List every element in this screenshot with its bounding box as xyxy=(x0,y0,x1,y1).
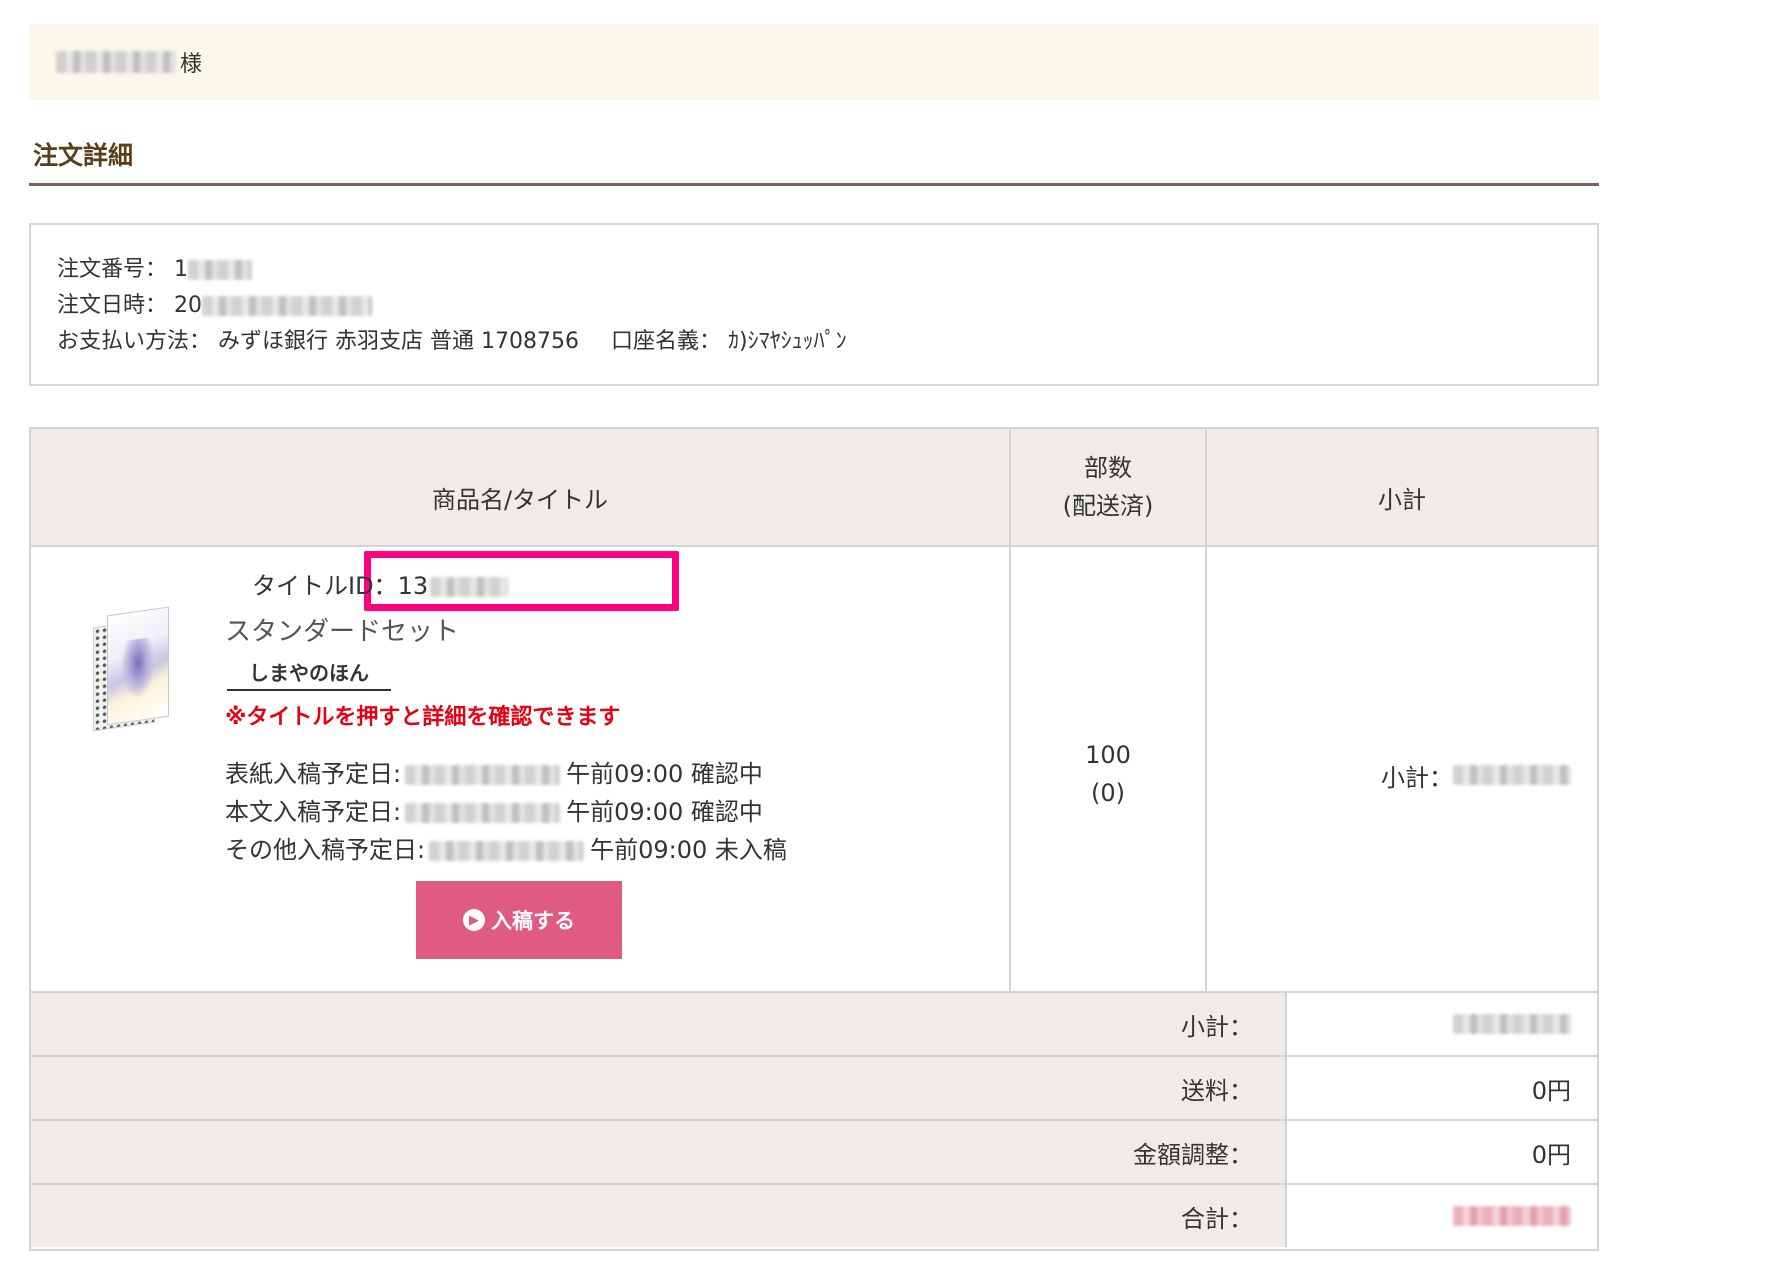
account-label: 口座名義： xyxy=(610,329,721,354)
order-info-box: 注文番号： 1 注文日時： 20 お支払い方法： みずほ銀行 赤羽支店 普通 1… xyxy=(29,223,1599,386)
honorific: 様 xyxy=(180,52,203,77)
summary-adjustment-value: 0円 xyxy=(1285,1121,1597,1183)
summary-subtotal-row: 小計： xyxy=(31,993,1597,1057)
set-name: スタンダードセット xyxy=(225,617,460,647)
summary-adjustment-row: 金額調整： 0円 xyxy=(31,1121,1597,1185)
shop-link[interactable]: しまやのほん xyxy=(227,657,391,691)
order-date-row: 注文日時： 20 xyxy=(57,288,1597,324)
title-id-label: タイトルID： xyxy=(252,572,398,600)
header-quantity-line1: 部数 xyxy=(1083,454,1132,482)
account-value: ｶ)ｼﾏﾔｼｭｯﾊﾟﾝ xyxy=(728,329,847,354)
product-cell: タイトルID：13 スタンダードセット しまやのほん ※タイトルを押すと詳細を確… xyxy=(31,547,1009,991)
title-id-value: 13 xyxy=(397,572,429,600)
section-title: 注文詳細 xyxy=(29,122,1599,186)
table-row: タイトルID：13 スタンダードセット しまやのほん ※タイトルを押すと詳細を確… xyxy=(31,547,1597,993)
cover-date-row: 表紙入稿予定日: 午前09:00 確認中 xyxy=(225,755,787,793)
payment-row: お支払い方法： みずほ銀行 赤羽支店 普通 1708756 口座名義： ｶ)ｼﾏ… xyxy=(57,324,1597,360)
redacted-order-date xyxy=(202,296,373,316)
cover-date-status: 確認中 xyxy=(690,760,763,788)
shipped-value: (0) xyxy=(1091,779,1125,807)
other-date-label: その他入稿予定日: xyxy=(225,836,426,864)
header-quantity-line2: (配送済) xyxy=(1062,492,1154,520)
header-subtotal: 小計 xyxy=(1205,429,1597,545)
redacted-date xyxy=(429,841,585,861)
summary-total-label: 合計： xyxy=(31,1185,1285,1247)
cover-date-label: 表紙入稿予定日: xyxy=(225,760,402,788)
order-date-value: 20 xyxy=(174,293,203,318)
quantity-cell: 100 (0) xyxy=(1009,547,1205,991)
submission-dates: 表紙入稿予定日: 午前09:00 確認中 本文入稿予定日: 午前09:00 確認中 … xyxy=(225,755,787,869)
payment-value: みずほ銀行 赤羽支店 普通 1708756 xyxy=(218,329,579,354)
order-date-label: 注文日時： xyxy=(57,293,168,318)
body-date-time: 午前09:00 xyxy=(566,798,684,826)
redacted-date xyxy=(405,803,561,823)
submit-button-label: 入稿する xyxy=(491,909,575,933)
redacted-date xyxy=(405,765,561,785)
order-number-label: 注文番号： xyxy=(57,257,168,282)
other-date-status: 未入稿 xyxy=(714,836,787,864)
other-date-time: 午前09:00 xyxy=(590,836,708,864)
customer-greeting: 様 xyxy=(29,24,1599,100)
table-header-row: 商品名/タイトル 部数 (配送済) 小計 xyxy=(31,429,1597,547)
quantity-value: 100 xyxy=(1085,741,1131,769)
summary-adjustment-label: 金額調整： xyxy=(31,1121,1285,1183)
payment-label: お支払い方法： xyxy=(57,329,212,354)
item-subtotal-label: 小計： xyxy=(1381,763,1453,792)
summary-total-value xyxy=(1285,1185,1597,1247)
redacted-title-id xyxy=(430,577,509,597)
summary-shipping-label: 送料： xyxy=(31,1057,1285,1119)
order-table: 商品名/タイトル 部数 (配送済) 小計 タイトルID：13 スタンダードセット… xyxy=(29,427,1599,1251)
body-date-label: 本文入稿予定日: xyxy=(225,798,402,826)
redacted-total xyxy=(1453,1206,1571,1226)
redacted-subtotal xyxy=(1453,765,1571,785)
subtotal-cell: 小計： xyxy=(1205,547,1597,991)
summary-subtotal-label: 小計： xyxy=(31,993,1285,1055)
summary-subtotal-value xyxy=(1285,993,1597,1055)
redacted-order-number xyxy=(188,260,253,280)
summary-total-row: 合計： xyxy=(31,1185,1597,1249)
summary-shipping-value: 0円 xyxy=(1285,1057,1597,1119)
chevron-right-icon: ▶ xyxy=(463,909,485,931)
title-id[interactable]: タイトルID：13 xyxy=(252,566,509,601)
summary-shipping-row: 送料： 0円 xyxy=(31,1057,1597,1121)
redacted-amount xyxy=(1453,1014,1571,1034)
header-quantity: 部数 (配送済) xyxy=(1009,429,1205,545)
other-date-row: その他入稿予定日: 午前09:00 未入稿 xyxy=(225,831,787,869)
header-product: 商品名/タイトル xyxy=(431,486,609,514)
order-number-row: 注文番号： 1 xyxy=(57,252,1597,288)
order-number-value: 1 xyxy=(174,257,189,282)
body-date-status: 確認中 xyxy=(690,798,763,826)
submit-manuscript-button[interactable]: ▶ 入稿する xyxy=(416,881,622,959)
body-date-row: 本文入稿予定日: 午前09:00 確認中 xyxy=(225,793,787,831)
title-note: ※タイトルを押すと詳細を確認できます xyxy=(225,705,621,730)
product-thumbnail[interactable] xyxy=(93,606,171,735)
order-detail-page: 様 注文詳細 注文番号： 1 注文日時： 20 お支払い方法： みずほ銀行 赤羽… xyxy=(0,0,1790,1280)
redacted-customer-name xyxy=(56,51,176,73)
cover-date-time: 午前09:00 xyxy=(566,760,684,788)
